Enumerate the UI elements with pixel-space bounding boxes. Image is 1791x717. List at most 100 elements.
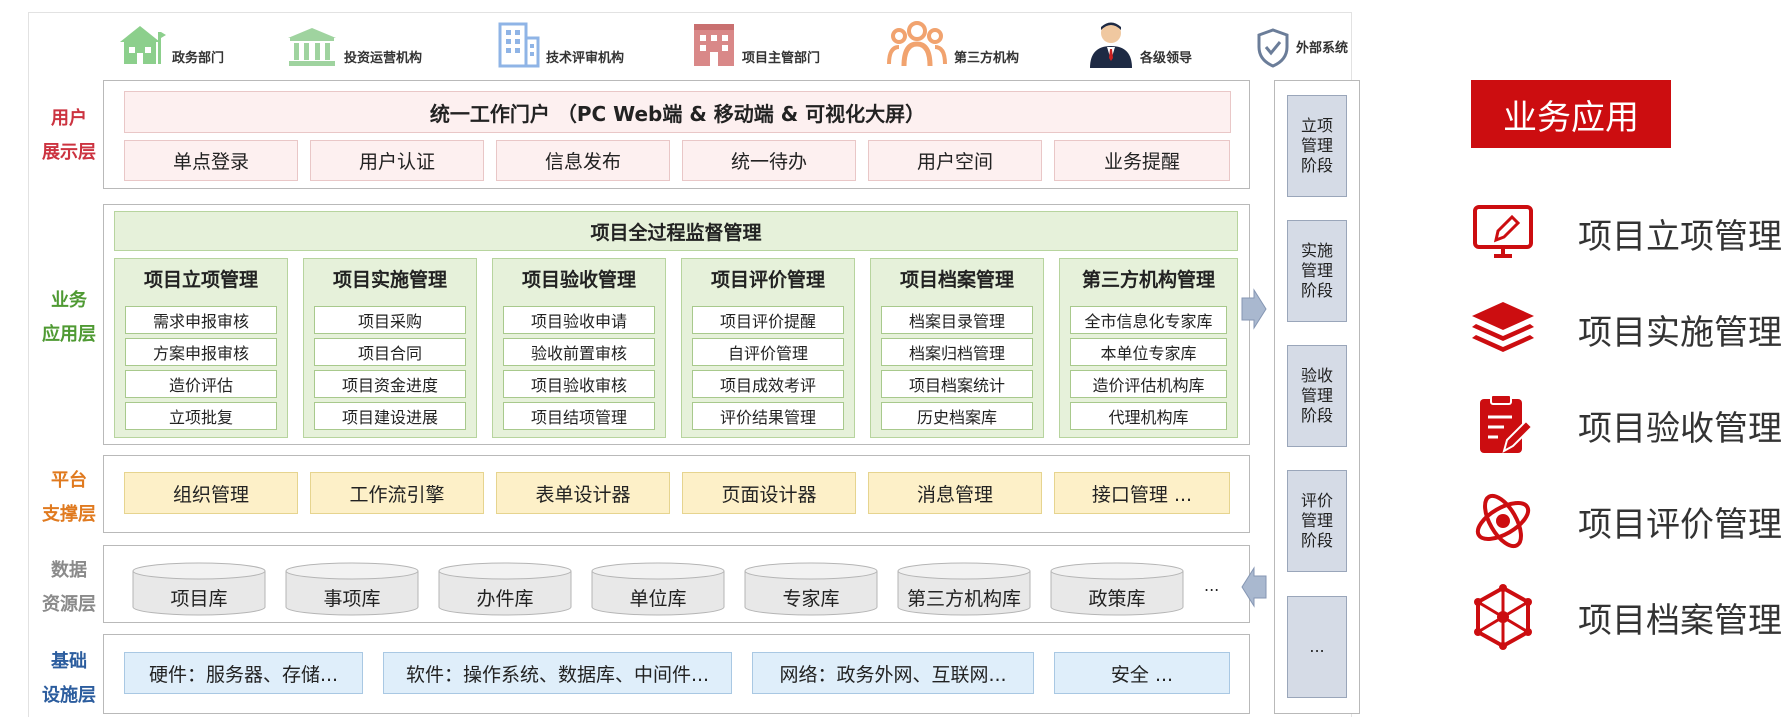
user-item-publish[interactable]: 信息发布 (496, 140, 670, 181)
platform-item-message[interactable]: 消息管理 (868, 472, 1042, 514)
legend-item-label: 项目验收管理 (1578, 408, 1782, 449)
module-column-initiation: 项目立项管理 需求申报审核 方案申报审核 造价评估 立项批复 (114, 258, 288, 438)
module-item[interactable]: 造价评估机构库 (1070, 370, 1227, 398)
stage-more[interactable]: ... (1287, 596, 1347, 698)
platform-item-page-designer[interactable]: 页面设计器 (682, 472, 856, 514)
user-role-government: 政务部门 (116, 18, 224, 68)
orbit-eye-icon (1468, 488, 1538, 554)
module-item[interactable]: 需求申报审核 (125, 306, 277, 334)
database-unit[interactable]: 单位库 (591, 562, 725, 616)
database-expert[interactable]: 专家库 (744, 562, 878, 616)
user-item-auth[interactable]: 用户认证 (310, 140, 484, 181)
platform-item-workflow[interactable]: 工作流引擎 (310, 472, 484, 514)
layer-label-line: 平台 (51, 470, 87, 491)
module-item[interactable]: 造价评估 (125, 370, 277, 398)
business-layer-title: 项目全过程监督管理 (114, 211, 1238, 251)
layer-label-infra: 基础 设施层 (30, 645, 108, 713)
module-item[interactable]: 项目结项管理 (503, 402, 655, 430)
user-role-investment: 投资运营机构 (286, 18, 422, 68)
database-label: 政策库 (1088, 588, 1146, 610)
module-item[interactable]: 档案目录管理 (881, 306, 1033, 334)
module-item[interactable]: 项目建设进展 (314, 402, 466, 430)
module-item[interactable]: 代理机构库 (1070, 402, 1227, 430)
legend-item-implementation[interactable]: 项目实施管理 (1468, 296, 1782, 362)
module-item[interactable]: 方案申报审核 (125, 338, 277, 366)
module-item[interactable]: 验收前置审核 (503, 338, 655, 366)
database-label: 单位库 (629, 588, 687, 610)
stage-evaluation[interactable]: 评价 管理 阶段 (1287, 470, 1347, 572)
module-column-evaluation: 项目评价管理 项目评价提醒 自评价管理 项目成效考评 评价结果管理 (681, 258, 855, 438)
legend-item-acceptance[interactable]: 项目验收管理 (1468, 392, 1782, 458)
module-item[interactable]: 档案归档管理 (881, 338, 1033, 366)
module-item[interactable]: 立项批复 (125, 402, 277, 430)
layer-label-line: 基础 (51, 651, 87, 672)
arrow-right-icon (1241, 288, 1267, 330)
module-title: 第三方机构管理 (1081, 268, 1215, 291)
module-item[interactable]: 项目评价提醒 (692, 306, 844, 334)
layer-label-line: 展示层 (42, 142, 96, 163)
infra-item-security[interactable]: 安全 ... (1054, 652, 1230, 694)
user-item-reminder[interactable]: 业务提醒 (1054, 140, 1230, 181)
user-role-label: 第三方机构 (954, 51, 1020, 66)
database-matter[interactable]: 事项库 (285, 562, 419, 616)
module-column-acceptance: 项目验收管理 项目验收申请 验收前置审核 项目验收审核 项目结项管理 (492, 258, 666, 438)
stage-implementation[interactable]: 实施 管理 阶段 (1287, 220, 1347, 322)
layer-label-line: 数据 (51, 560, 87, 581)
people-group-icon (886, 20, 948, 68)
platform-item-interface[interactable]: 接口管理 ... (1054, 472, 1230, 514)
module-item[interactable]: 项目档案统计 (881, 370, 1033, 398)
infra-item-network[interactable]: 网络：政务外网、互联网... (752, 652, 1034, 694)
module-column-third-party: 第三方机构管理 全市信息化专家库 本单位专家库 造价评估机构库 代理机构库 (1059, 258, 1238, 438)
module-title: 项目立项管理 (143, 268, 258, 291)
clipboard-edit-icon (1468, 392, 1538, 458)
layer-label-line: 应用层 (42, 324, 96, 345)
database-project[interactable]: 项目库 (132, 562, 266, 616)
user-role-label: 各级领导 (1140, 51, 1193, 66)
data-layer-more: ... (1204, 576, 1220, 595)
legend-item-evaluation[interactable]: 项目评价管理 (1468, 488, 1782, 554)
module-item[interactable]: 本单位专家库 (1070, 338, 1227, 366)
module-item[interactable]: 项目验收申请 (503, 306, 655, 334)
layer-label-business: 业务 应用层 (30, 284, 108, 352)
module-item[interactable]: 自评价管理 (692, 338, 844, 366)
layer-label-line: 资源层 (42, 594, 96, 615)
government-building-icon (116, 22, 166, 68)
module-item[interactable]: 评价结果管理 (692, 402, 844, 430)
module-item[interactable]: 项目采购 (314, 306, 466, 334)
shield-check-icon (1256, 28, 1290, 68)
infra-item-software[interactable]: 软件：操作系统、数据库、中间件... (383, 652, 732, 694)
stage-initiation[interactable]: 立项 管理 阶段 (1287, 95, 1347, 197)
layer-label-data: 数据 资源层 (30, 554, 108, 622)
module-item[interactable]: 项目合同 (314, 338, 466, 366)
database-third-party[interactable]: 第三方机构库 (897, 562, 1031, 616)
monitor-pen-icon (1468, 200, 1538, 266)
module-item[interactable]: 历史档案库 (881, 402, 1033, 430)
user-item-sso[interactable]: 单点登录 (124, 140, 298, 181)
module-item[interactable]: 全市信息化专家库 (1070, 306, 1227, 334)
user-item-space[interactable]: 用户空间 (868, 140, 1042, 181)
database-policy[interactable]: 政策库 (1050, 562, 1184, 616)
module-item[interactable]: 项目验收审核 (503, 370, 655, 398)
database-label: 事项库 (323, 588, 381, 610)
layer-label-platform: 平台 支撑层 (30, 464, 108, 532)
infra-item-hardware[interactable]: 硬件：服务器、存储... (124, 652, 363, 694)
building-icon (692, 22, 736, 68)
stage-acceptance[interactable]: 验收 管理 阶段 (1287, 345, 1347, 447)
platform-item-org[interactable]: 组织管理 (124, 472, 298, 514)
unified-portal-banner: 统一工作门户 （PC Web端 & 移动端 & 可视化大屏） (124, 91, 1231, 133)
database-case[interactable]: 办件库 (438, 562, 572, 616)
user-role-leaders: 各级领导 (1088, 18, 1192, 68)
user-role-label: 政务部门 (172, 51, 225, 66)
legend-item-archive[interactable]: 项目档案管理 (1468, 584, 1782, 650)
module-item[interactable]: 项目成效考评 (692, 370, 844, 398)
legend-item-initiation[interactable]: 项目立项管理 (1468, 200, 1782, 266)
user-role-label: 项目主管部门 (742, 51, 821, 66)
layer-label-line: 设施层 (42, 685, 96, 706)
platform-item-form-designer[interactable]: 表单设计器 (496, 472, 670, 514)
user-item-todo[interactable]: 统一待办 (682, 140, 856, 181)
database-label: 第三方机构库 (906, 588, 1021, 610)
module-item[interactable]: 项目资金进度 (314, 370, 466, 398)
module-column-archive: 项目档案管理 档案目录管理 档案归档管理 项目档案统计 历史档案库 (870, 258, 1044, 438)
user-role-tech-review: 技术评审机构 (496, 18, 624, 68)
office-tower-icon (496, 22, 540, 68)
